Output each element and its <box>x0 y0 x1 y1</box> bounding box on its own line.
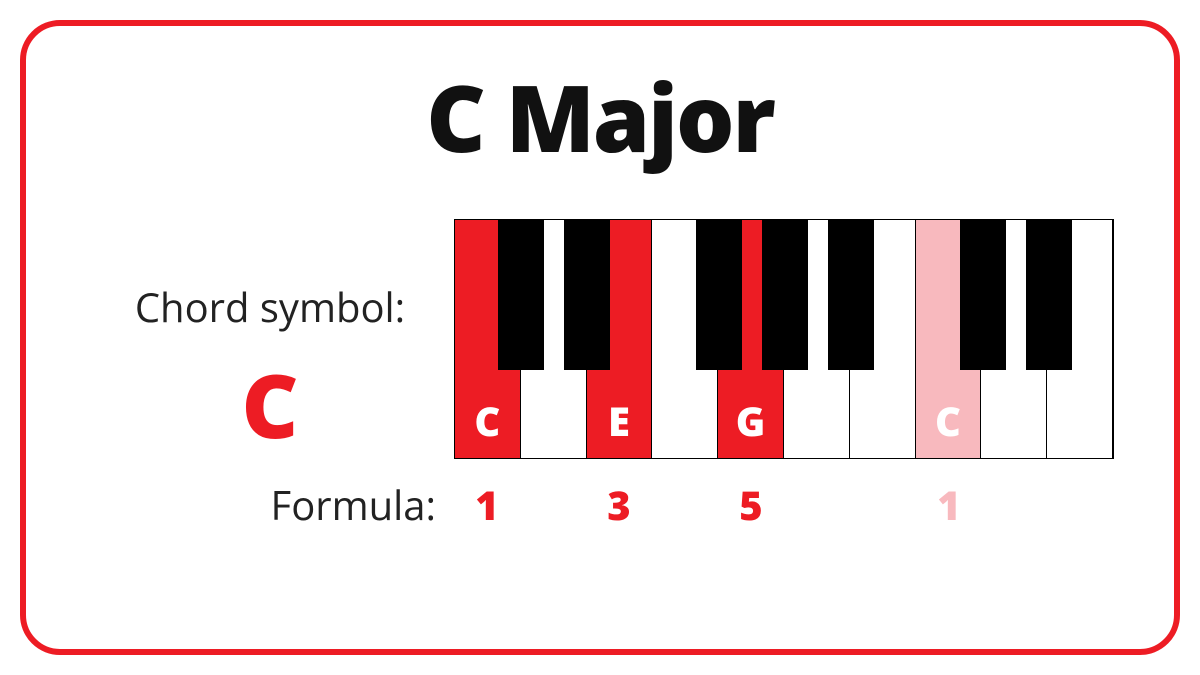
formula-row: Formula: 1351 <box>454 477 1114 532</box>
formula-degree: 3 <box>586 477 652 532</box>
chord-symbol-block: Chord symbol: C <box>96 219 444 464</box>
chord-symbol-label: Chord symbol: <box>96 279 444 334</box>
white-key-d-8 <box>981 220 1047 458</box>
white-key-f-3 <box>652 220 718 458</box>
key-label: E <box>608 393 630 448</box>
formula-degree: 5 <box>718 477 784 532</box>
chord-title: C Major <box>26 54 1174 179</box>
white-key-b-6 <box>850 220 916 458</box>
formula-degree <box>652 477 718 532</box>
white-key-d-1 <box>521 220 587 458</box>
key-label: C <box>474 393 500 448</box>
content-row: Chord symbol: C C E G C Formula: 1 3 5 1 <box>26 219 1174 532</box>
white-key-e-2: E <box>587 220 653 458</box>
formula-cells: 1 3 5 1 <box>454 477 1114 532</box>
white-key-e-9 <box>1047 220 1113 458</box>
chord-card: C Major Chord symbol: C C E G C Formula: 1 3… <box>20 20 1180 655</box>
formula-degree <box>850 477 916 532</box>
piano-keyboard: CEGC <box>454 219 1114 459</box>
formula-degree <box>784 477 850 532</box>
white-key-c-0: C <box>455 220 521 458</box>
white-key-g-4: G <box>718 220 784 458</box>
key-label: G <box>736 393 766 448</box>
formula-degree: 1 <box>454 477 520 532</box>
formula-degree <box>520 477 586 532</box>
chord-symbol-value: C <box>96 344 444 464</box>
white-key-c-7: C <box>916 220 982 458</box>
formula-label: Formula: <box>249 477 454 532</box>
formula-degree <box>1048 477 1114 532</box>
keyboard-block: CEGC Formula: 1351 <box>444 219 1114 532</box>
formula-degree <box>982 477 1048 532</box>
white-key-a-5 <box>784 220 850 458</box>
formula-degree: 1 <box>916 477 982 532</box>
key-label: C <box>935 393 961 448</box>
